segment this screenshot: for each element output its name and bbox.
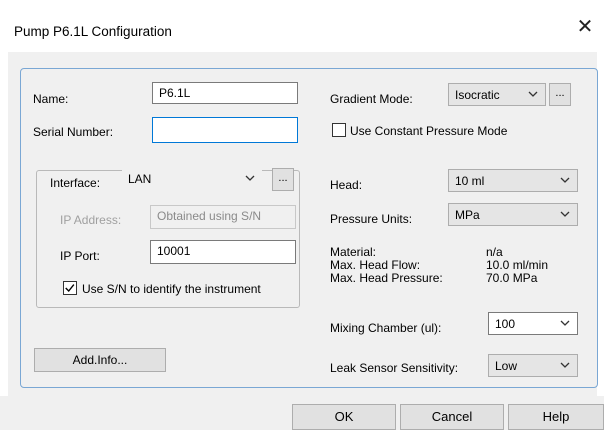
mixing-chamber-label: Mixing Chamber (ul): (330, 321, 442, 335)
ip-port-label: IP Port: (60, 249, 100, 263)
leak-sensor-select[interactable]: Low (488, 354, 578, 377)
chevron-down-icon (560, 211, 570, 217)
pressure-units-value: MPa (455, 208, 480, 222)
leak-sensor-value: Low (495, 359, 518, 373)
chevron-down-icon (560, 177, 570, 183)
max-head-pressure-label: Max. Head Pressure: (330, 271, 443, 285)
gradient-mode-label: Gradient Mode: (330, 92, 413, 106)
serial-number-field[interactable] (152, 117, 298, 143)
name-field[interactable]: P6.1L (152, 82, 298, 104)
ip-address-field: Obtained using S/N (150, 205, 296, 229)
cancel-button[interactable]: Cancel (400, 404, 504, 430)
mixing-chamber-combo[interactable]: 100 (488, 312, 578, 335)
use-sn-checkbox[interactable] (63, 281, 77, 295)
head-value: 10 ml (455, 174, 485, 188)
constant-pressure-checkbox[interactable] (332, 123, 346, 137)
constant-pressure-label: Use Constant Pressure Mode (350, 124, 508, 138)
gradient-more-button[interactable]: ... (549, 83, 571, 106)
chevron-down-icon (245, 175, 255, 181)
interface-label: Interface: (46, 176, 105, 190)
window-title: Pump P6.1L Configuration (14, 24, 172, 39)
name-label: Name: (33, 92, 69, 106)
pressure-units-select[interactable]: MPa (448, 203, 578, 226)
gradient-mode-select[interactable]: Isocratic (448, 83, 546, 106)
chevron-down-icon (528, 91, 538, 97)
gradient-mode-value: Isocratic (455, 88, 500, 102)
head-select[interactable]: 10 ml (448, 169, 578, 192)
chevron-down-icon (560, 320, 570, 326)
use-sn-label: Use S/N to identify the instrument (82, 282, 261, 296)
pressure-units-label: Pressure Units: (330, 212, 413, 226)
interface-more-button[interactable]: ... (272, 168, 294, 191)
ok-button[interactable]: OK (292, 404, 396, 430)
head-label: Head: (330, 178, 363, 192)
serial-number-label: Serial Number: (33, 125, 114, 139)
add-info-button[interactable]: Add.Info... (34, 348, 166, 372)
help-button[interactable]: Help (508, 404, 604, 430)
leak-sensor-label: Leak Sensor Sensitivity: (330, 361, 459, 375)
ip-port-field[interactable]: 10001 (150, 240, 296, 264)
checkmark-icon (65, 284, 75, 293)
ip-address-label: IP Address: (60, 213, 122, 227)
mixing-chamber-value: 100 (495, 317, 516, 331)
chevron-down-icon (560, 362, 570, 368)
close-icon[interactable]: ✕ (575, 17, 595, 37)
interface-select[interactable]: LAN (122, 168, 262, 191)
max-head-pressure-value: 70.0 MPa (486, 271, 538, 285)
interface-value: LAN (128, 172, 152, 186)
